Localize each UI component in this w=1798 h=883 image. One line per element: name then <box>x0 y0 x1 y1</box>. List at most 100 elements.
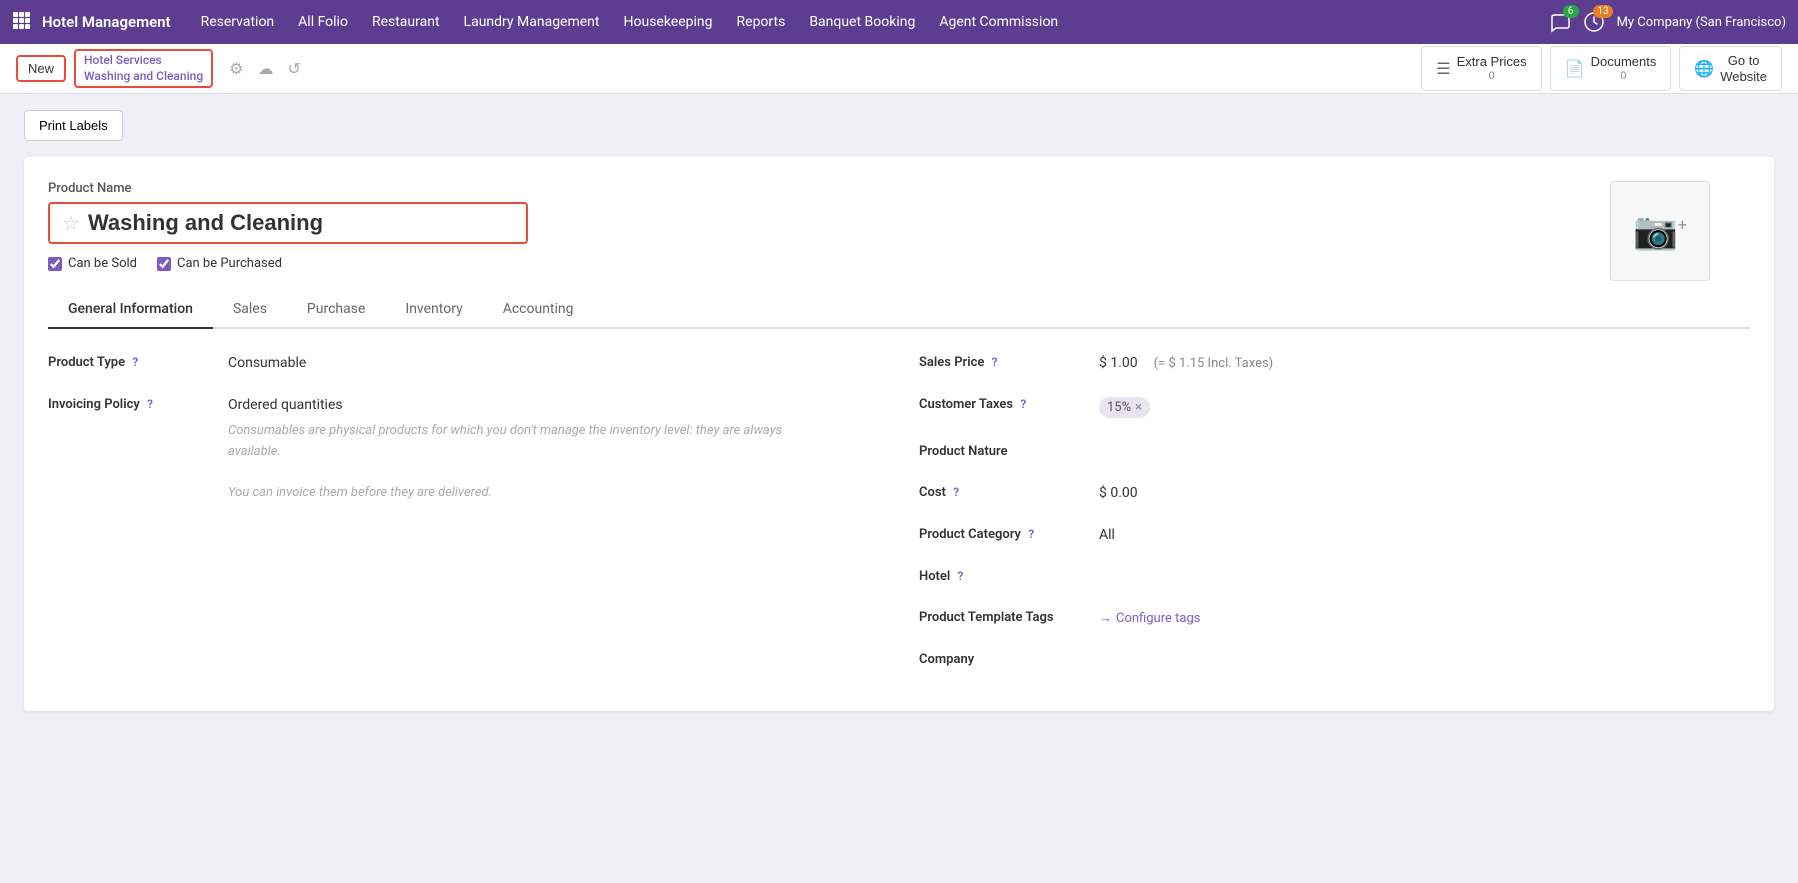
arrow-right-icon: → <box>1099 610 1112 626</box>
documents-label: Documents <box>1591 54 1657 70</box>
company-row: Company <box>919 646 1750 667</box>
product-type-help-icon[interactable]: ? <box>132 355 138 369</box>
cost-help-icon[interactable]: ? <box>953 485 959 499</box>
product-name-label: Product Name <box>48 181 1750 196</box>
cloud-icon[interactable]: ☁ <box>253 55 277 82</box>
hotel-label: Hotel ? <box>919 563 1099 584</box>
tabs: General Information Sales Purchase Inven… <box>48 291 1750 329</box>
nav-agent[interactable]: Agent Commission <box>929 6 1068 38</box>
invoicing-policy-row: Invoicing Policy ? Ordered quantities Co… <box>48 391 879 504</box>
nav-reservation[interactable]: Reservation <box>191 6 285 38</box>
chat-button[interactable]: 6 <box>1549 11 1571 33</box>
tab-sales[interactable]: Sales <box>213 291 287 329</box>
can-be-purchased-checkbox[interactable]: Can be Purchased <box>157 256 282 271</box>
extra-prices-button[interactable]: ☰ Extra Prices 0 <box>1421 46 1541 91</box>
extra-prices-count: 0 <box>1457 70 1527 83</box>
settings-icon[interactable]: ⚙ <box>225 55 247 82</box>
favorite-star-icon[interactable]: ☆ <box>62 211 80 235</box>
cost-label: Cost ? <box>919 479 1099 500</box>
product-template-tags-row: Product Template Tags → Configure tags <box>919 604 1750 626</box>
product-type-value[interactable]: Consumable <box>228 349 879 371</box>
invoicing-policy-help-icon[interactable]: ? <box>147 397 153 411</box>
nav-restaurant[interactable]: Restaurant <box>362 6 450 38</box>
refresh-icon[interactable]: ↺ <box>283 55 304 82</box>
form-top: Product Name ☆ Can be Sold Can be Purcha… <box>48 181 1750 271</box>
can-be-sold-checkbox[interactable]: Can be Sold <box>48 256 137 271</box>
company-value[interactable] <box>1099 646 1750 652</box>
clock-badge: 13 <box>1593 5 1612 18</box>
checkboxes: Can be Sold Can be Purchased <box>48 256 1750 271</box>
remove-tax-icon[interactable]: × <box>1135 400 1142 415</box>
new-button[interactable]: New <box>16 55 66 82</box>
print-labels-button[interactable]: Print Labels <box>24 110 123 141</box>
top-navigation: Hotel Management Reservation All Folio R… <box>0 0 1798 44</box>
breadcrumb-path[interactable]: Hotel Services Washing and Cleaning <box>74 49 213 88</box>
sales-price-label: Sales Price ? <box>919 349 1099 370</box>
form-card: Product Name ☆ Can be Sold Can be Purcha… <box>24 157 1774 711</box>
product-nature-label: Product Nature <box>919 438 1099 459</box>
breadcrumb-top: Hotel Services <box>84 53 203 69</box>
main-content: Print Labels Product Name ☆ Can be Sold … <box>0 94 1798 883</box>
can-be-sold-label: Can be Sold <box>68 256 137 271</box>
hotel-value[interactable] <box>1099 563 1750 569</box>
goto-sub: Website <box>1720 69 1767 85</box>
product-name-input[interactable] <box>88 210 514 236</box>
customer-taxes-label: Customer Taxes ? <box>919 391 1099 412</box>
product-nature-value[interactable] <box>1099 438 1750 444</box>
cost-value[interactable]: $ 0.00 <box>1099 479 1750 501</box>
tax-badge: 15% × <box>1099 397 1150 418</box>
customer-taxes-help-icon[interactable]: ? <box>1020 397 1026 411</box>
document-icon: 📄 <box>1565 59 1585 79</box>
clock-button[interactable]: 13 <box>1583 11 1605 33</box>
nav-banquet[interactable]: Banquet Booking <box>799 6 925 38</box>
product-category-label: Product Category ? <box>919 521 1099 542</box>
product-type-label: Product Type ? <box>48 349 228 370</box>
desc-consumables: Consumables are physical products for wh… <box>228 421 828 504</box>
configure-tags-link[interactable]: → Configure tags <box>1099 610 1750 626</box>
breadcrumb-bottom: Washing and Cleaning <box>84 69 203 85</box>
goto-website-button[interactable]: 🌐 Go to Website <box>1679 46 1782 91</box>
breadcrumb-bar: New Hotel Services Washing and Cleaning … <box>0 44 1798 94</box>
documents-count: 0 <box>1591 70 1657 83</box>
product-type-row: Product Type ? Consumable <box>48 349 879 371</box>
company-label: Company <box>919 646 1099 667</box>
invoicing-policy-value[interactable]: Ordered quantities <box>228 397 879 413</box>
toolbar-actions: ☰ Extra Prices 0 📄 Documents 0 🌐 Go to W… <box>1421 46 1782 91</box>
product-template-tags-label: Product Template Tags <box>919 604 1099 625</box>
incl-taxes-note: (= $ 1.15 Incl. Taxes) <box>1154 356 1274 371</box>
form-right: Sales Price ? $ 1.00 (= $ 1.15 Incl. Tax… <box>919 349 1750 687</box>
tab-accounting[interactable]: Accounting <box>483 291 594 329</box>
product-category-help-icon[interactable]: ? <box>1028 527 1034 541</box>
product-photo-area[interactable]: 📷+ <box>1610 181 1710 281</box>
list-icon: ☰ <box>1436 59 1450 79</box>
hotel-help-icon[interactable]: ? <box>958 569 964 583</box>
nav-icons: 6 13 My Company (San Francisco) <box>1549 11 1786 33</box>
nav-reports[interactable]: Reports <box>727 6 796 38</box>
invoicing-policy-label: Invoicing Policy ? <box>48 391 228 412</box>
company-name: My Company (San Francisco) <box>1617 15 1786 30</box>
nav-housekeeping[interactable]: Housekeeping <box>614 6 723 38</box>
product-category-value[interactable]: All <box>1099 521 1750 543</box>
app-name: Hotel Management <box>42 13 171 31</box>
product-nature-row: Product Nature <box>919 438 1750 459</box>
customer-taxes-row: Customer Taxes ? 15% × <box>919 391 1750 418</box>
cost-row: Cost ? $ 0.00 <box>919 479 1750 501</box>
sales-price-row: Sales Price ? $ 1.00 (= $ 1.15 Incl. Tax… <box>919 349 1750 371</box>
product-category-row: Product Category ? All <box>919 521 1750 543</box>
documents-button[interactable]: 📄 Documents 0 <box>1550 46 1672 91</box>
tab-inventory[interactable]: Inventory <box>385 291 482 329</box>
tab-general-information[interactable]: General Information <box>48 291 213 329</box>
goto-label: Go to <box>1720 53 1767 69</box>
extra-prices-label: Extra Prices <box>1457 54 1527 70</box>
tab-purchase[interactable]: Purchase <box>287 291 385 329</box>
form-left: Product Type ? Consumable Invoicing Poli… <box>48 349 879 687</box>
camera-icon: 📷+ <box>1633 210 1687 252</box>
grid-icon[interactable] <box>12 11 30 33</box>
nav-laundry[interactable]: Laundry Management <box>454 6 610 38</box>
form-body: Product Type ? Consumable Invoicing Poli… <box>48 349 1750 687</box>
sales-price-help-icon[interactable]: ? <box>992 355 998 369</box>
nav-all-folio[interactable]: All Folio <box>288 6 358 38</box>
chat-badge: 6 <box>1563 5 1579 18</box>
product-name-field[interactable]: ☆ <box>48 202 528 244</box>
sales-price-value[interactable]: $ 1.00 <box>1099 355 1138 371</box>
